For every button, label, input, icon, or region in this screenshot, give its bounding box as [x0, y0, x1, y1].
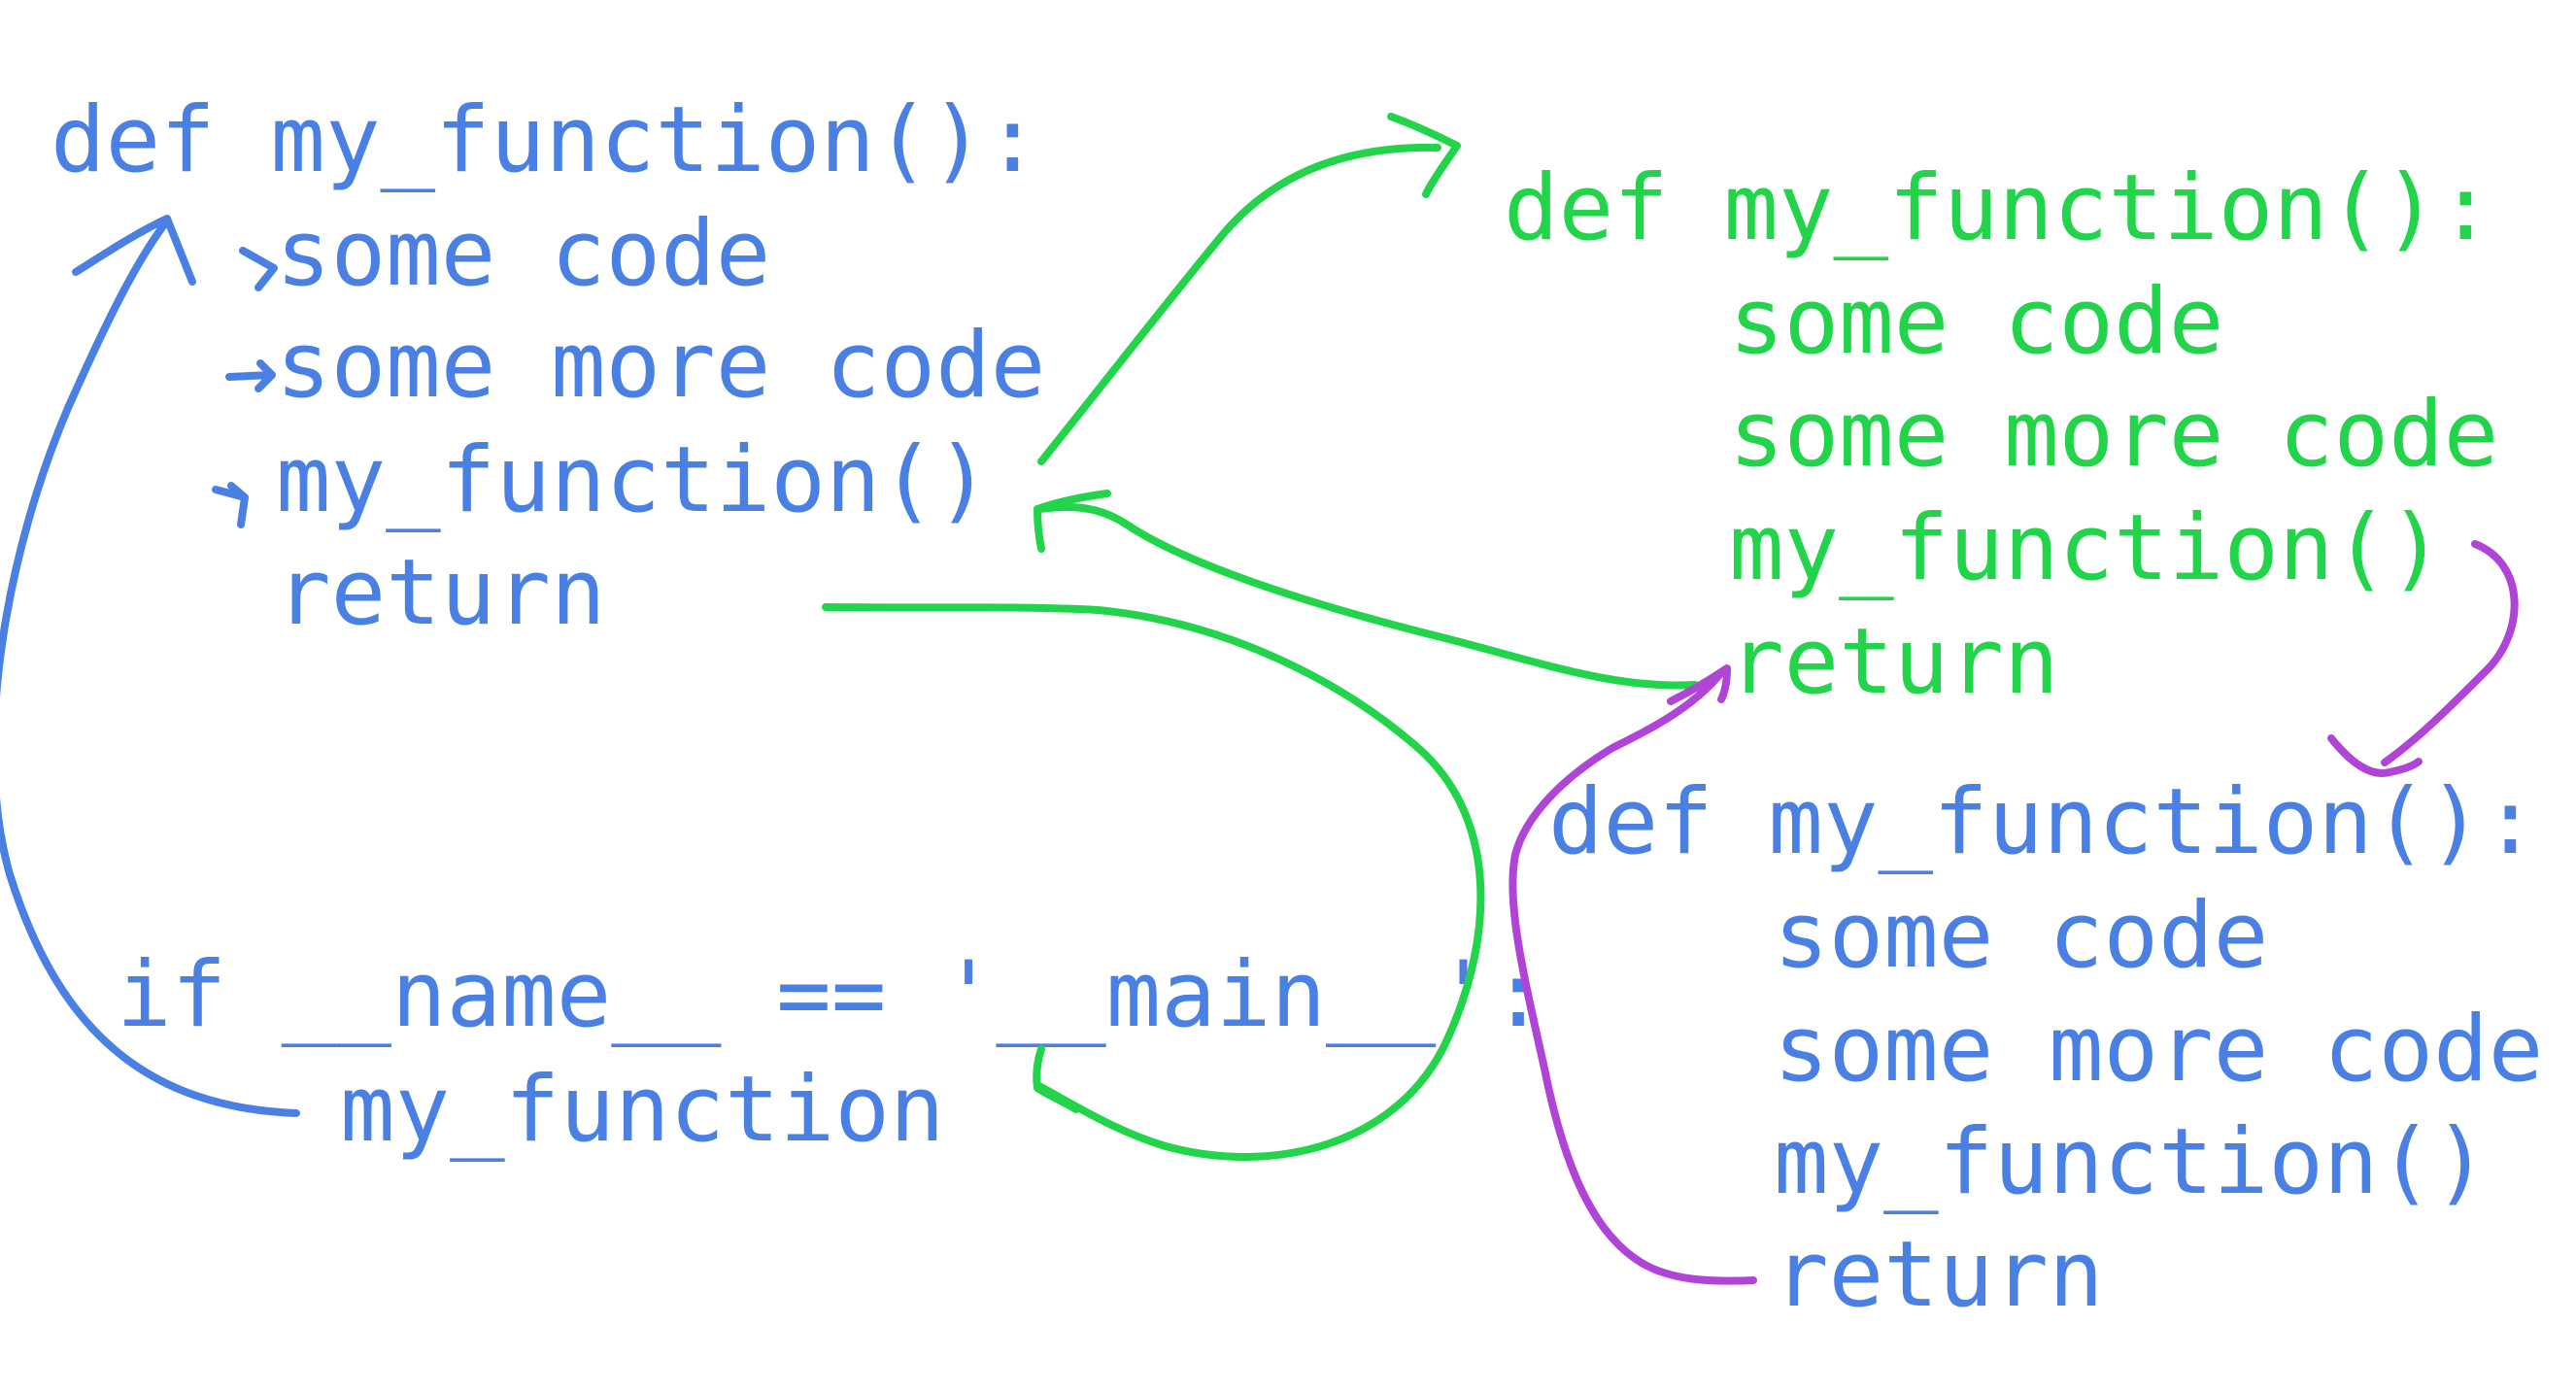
code-line-some-code: some code	[1729, 269, 2224, 375]
code-line-return: return	[1774, 1222, 2104, 1328]
code-line-some-more-code: some more code	[276, 313, 1046, 419]
arrow-call-to-def-head	[72, 215, 196, 286]
arrow-return-1-head	[1034, 490, 1111, 553]
arrow-recursive-call-1-head	[1387, 113, 1461, 198]
code-line-some-code: some code	[276, 201, 771, 307]
step-tick-1	[239, 247, 278, 291]
arrow-return-main-head	[1033, 1045, 1080, 1113]
arrow-return-1	[1035, 502, 1699, 690]
code-line-def: def my_function():	[51, 87, 1040, 193]
code-line-some-more-code: some more code	[1729, 382, 2499, 488]
step-tick-2	[225, 359, 276, 392]
arrow-recursive-call-1	[1037, 143, 1441, 465]
step-tick-3	[212, 482, 249, 528]
arrow-return-2-head	[1667, 664, 1731, 705]
diagram-canvas: def my_function(): some code some more c…	[0, 0, 2576, 1392]
code-line-if-main: if __name__ == '__main__':	[117, 942, 1546, 1048]
code-line-def: def my_function():	[1504, 155, 2493, 261]
code-line-recursive-call: my_function()	[276, 427, 991, 533]
code-line-return: return	[1729, 609, 2059, 715]
code-line-recursive-call: my_function()	[1774, 1109, 2489, 1215]
code-line-some-code: some code	[1774, 883, 2269, 989]
code-line-some-more-code: some more code	[1774, 997, 2544, 1103]
arrow-recursive-call-2-head	[2327, 734, 2423, 777]
code-line-recursive-call: my_function()	[1729, 495, 2444, 601]
code-line-call: my_function	[340, 1057, 945, 1163]
code-line-return: return	[276, 540, 606, 646]
arrow-return-2	[1508, 671, 1757, 1285]
code-line-def: def my_function():	[1548, 769, 2538, 875]
